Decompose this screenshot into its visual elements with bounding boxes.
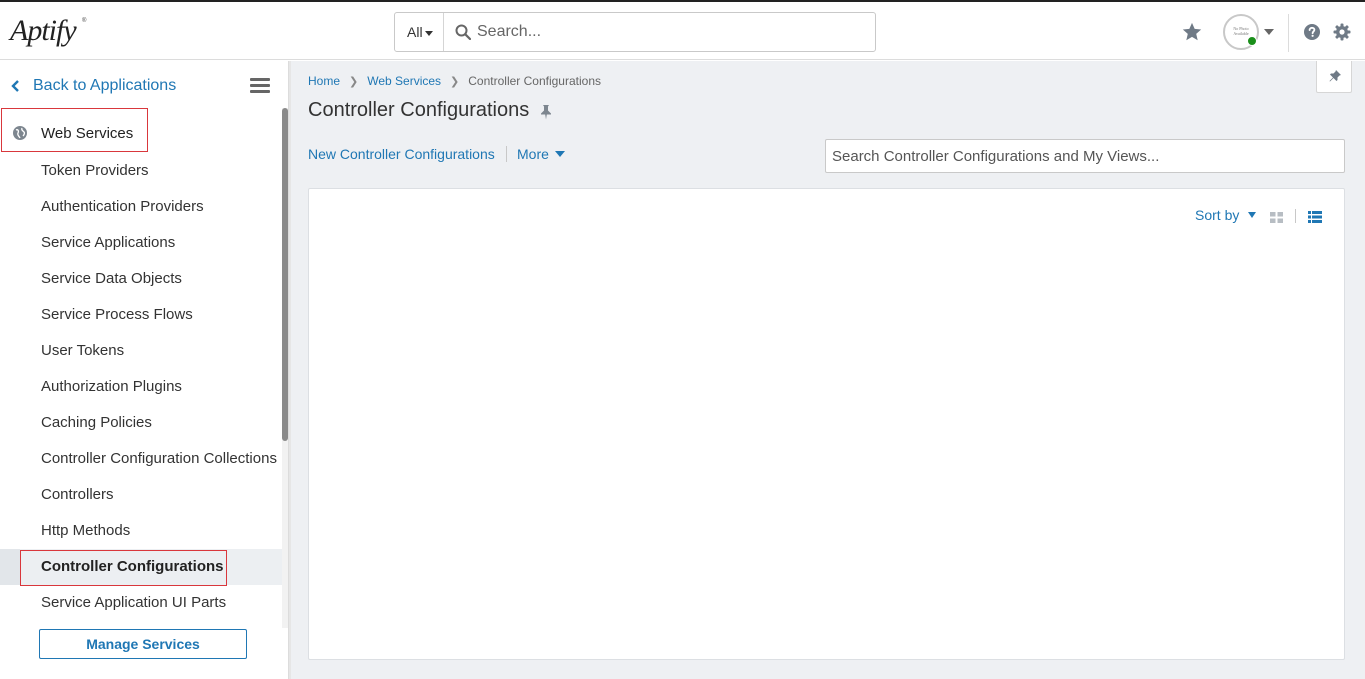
pin-icon[interactable] xyxy=(540,104,552,120)
app-header: Aptify ® All No Photo Available xyxy=(0,2,1365,60)
global-search: All xyxy=(394,12,876,52)
views-search-input[interactable] xyxy=(825,139,1345,173)
header-divider xyxy=(1288,14,1289,52)
sidebar-item-user-tokens[interactable]: User Tokens xyxy=(0,333,282,369)
chevron-down-icon[interactable] xyxy=(1264,29,1274,35)
breadcrumb: Home ❯ Web Services ❯ Controller Configu… xyxy=(308,73,601,89)
sidebar-item-controllers[interactable]: Controllers xyxy=(0,477,282,513)
sort-by-label: Sort by xyxy=(1195,207,1240,223)
gear-icon[interactable] xyxy=(1333,23,1351,41)
sidebar-item-service-data-objects[interactable]: Service Data Objects xyxy=(0,261,282,297)
avatar-placeholder-text: No Photo Available xyxy=(1233,26,1249,36)
chevron-right-icon: ❯ xyxy=(450,75,460,88)
pin-panel-button[interactable] xyxy=(1316,61,1352,93)
online-status-dot xyxy=(1247,36,1257,46)
list-view-icon[interactable] xyxy=(1308,211,1322,223)
help-icon[interactable] xyxy=(1304,24,1320,40)
sidebar-item-controller-configuration-collections[interactable]: Controller Configuration Collections xyxy=(0,441,282,477)
breadcrumb-current: Controller Configurations xyxy=(468,74,601,88)
page-title: Controller Configurations xyxy=(308,99,530,121)
breadcrumb-web-services[interactable]: Web Services xyxy=(367,74,441,88)
sidebar-item-service-application-ui-parts[interactable]: Service Application UI Parts xyxy=(0,585,282,621)
search-scope-dropdown[interactable]: All xyxy=(395,13,444,51)
breadcrumb-home[interactable]: Home xyxy=(308,74,340,88)
chevron-left-icon xyxy=(11,80,19,92)
sidebar-item-controller-configurations[interactable]: Controller Configurations xyxy=(0,549,282,585)
sidebar-item-service-process-flows[interactable]: Service Process Flows xyxy=(0,297,282,333)
sidebar: Back to Applications Web Services Token … xyxy=(0,61,289,679)
sidebar-item-http-methods[interactable]: Http Methods xyxy=(0,513,282,549)
sidebar-section-web-services[interactable]: Web Services xyxy=(13,123,133,143)
hamburger-menu-icon[interactable] xyxy=(250,78,270,94)
new-controller-configurations-link[interactable]: New Controller Configurations xyxy=(308,146,495,162)
back-to-applications-link[interactable]: Back to Applications xyxy=(10,75,176,97)
sidebar-item-authorization-plugins[interactable]: Authorization Plugins xyxy=(0,369,282,405)
global-search-input[interactable] xyxy=(477,17,867,47)
sidebar-item-authentication-providers[interactable]: Authentication Providers xyxy=(0,189,282,225)
view-toggle-divider xyxy=(1295,209,1296,223)
more-dropdown[interactable]: More xyxy=(517,146,565,162)
search-icon xyxy=(455,24,471,40)
section-label: Web Services xyxy=(41,124,134,142)
sidebar-item-caching-policies[interactable]: Caching Policies xyxy=(0,405,282,441)
action-divider xyxy=(506,146,507,162)
sort-by-dropdown[interactable]: Sort by xyxy=(1195,207,1257,223)
aptify-logo[interactable]: Aptify ® xyxy=(6,10,96,54)
search-scope-label: All xyxy=(407,24,423,40)
sidebar-nav-list: Token Providers Authentication Providers… xyxy=(0,153,282,621)
pin-icon xyxy=(1329,70,1341,82)
sidebar-item-service-applications[interactable]: Service Applications xyxy=(0,225,282,261)
user-avatar[interactable]: No Photo Available xyxy=(1223,14,1259,50)
manage-services-button[interactable]: Manage Services xyxy=(39,629,247,659)
more-label: More xyxy=(517,146,549,162)
back-link-label: Back to Applications xyxy=(33,77,177,94)
results-panel xyxy=(308,188,1345,660)
globe-icon xyxy=(13,126,27,140)
chevron-right-icon: ❯ xyxy=(349,75,359,88)
logo-text: Aptify xyxy=(10,14,77,47)
caret-down-icon xyxy=(1248,212,1257,218)
grid-view-icon[interactable] xyxy=(1270,212,1283,223)
logo-trademark: ® xyxy=(82,18,87,24)
caret-down-icon xyxy=(554,151,565,157)
caret-down-icon xyxy=(424,30,433,36)
sidebar-item-token-providers[interactable]: Token Providers xyxy=(0,153,282,189)
star-icon[interactable] xyxy=(1181,21,1203,43)
sidebar-scrollbar[interactable] xyxy=(282,108,288,441)
